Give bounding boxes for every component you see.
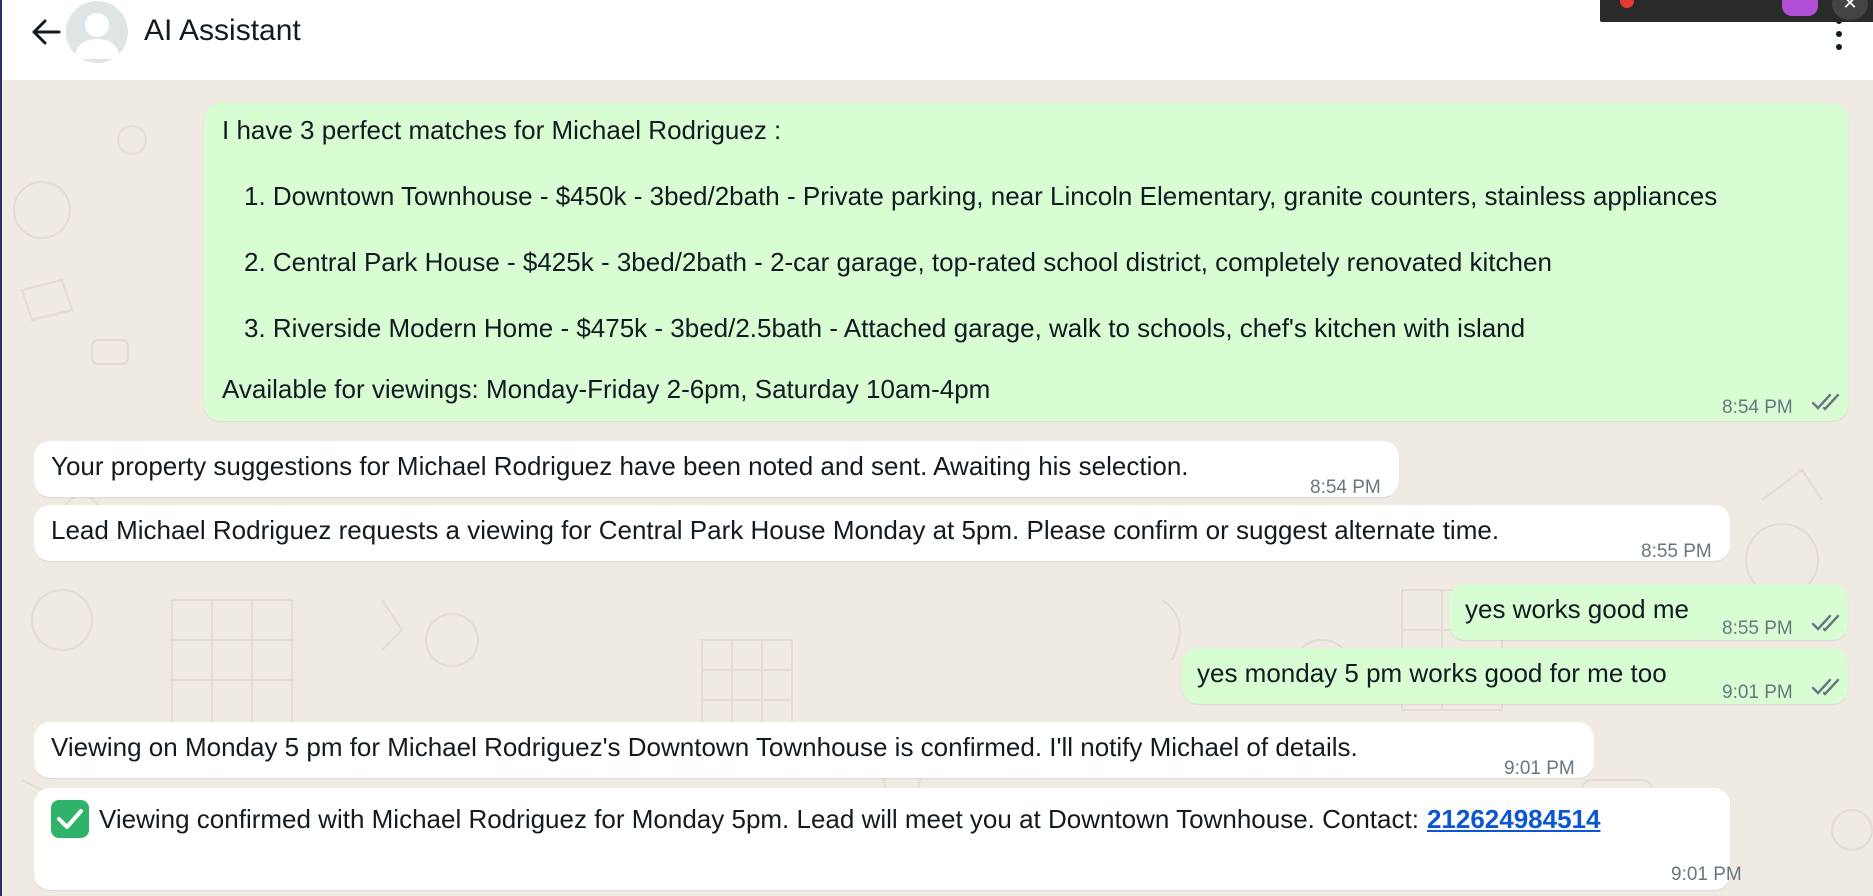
message-text: yes works good me (1465, 594, 1689, 624)
screen-recording-bar: ✕ (1600, 0, 1873, 22)
message-time: 8:54 PM (1310, 477, 1381, 498)
avatar[interactable] (66, 1, 128, 63)
message-time: 9:01 PM (1722, 682, 1793, 703)
message-bubble-outgoing[interactable]: yes monday 5 pm works good for me too 9:… (1182, 648, 1848, 704)
list-item: 3. Riverside Modern Home - $475k - 3bed/… (244, 313, 1526, 343)
record-icon (1620, 0, 1634, 8)
check-mark-button-icon (51, 800, 89, 838)
message-text: Your property suggestions for Michael Ro… (51, 451, 1189, 481)
chat-area[interactable]: I have 3 perfect matches for Michael Rod… (0, 80, 1873, 896)
default-avatar-icon (74, 13, 120, 59)
message-time: 9:01 PM (1671, 864, 1742, 885)
message-intro: I have 3 perfect matches for Michael Rod… (222, 115, 782, 145)
recorder-app-icon[interactable] (1782, 0, 1818, 16)
phone-link[interactable]: 212624984514 (1427, 802, 1601, 836)
message-bubble-outgoing[interactable]: I have 3 perfect matches for Michael Rod… (204, 103, 1848, 421)
chat-title[interactable]: AI Assistant (144, 14, 301, 48)
double-check-icon (1812, 614, 1840, 632)
chat-header: AI Assistant ✕ (0, 0, 1873, 80)
message-text: Viewing confirmed with Michael Rodriguez… (99, 804, 1419, 834)
message-text: Lead Michael Rodriguez requests a viewin… (51, 515, 1500, 545)
message-time: 8:54 PM (1722, 397, 1793, 418)
back-button[interactable] (26, 12, 66, 52)
double-check-icon (1812, 678, 1840, 696)
message-bubble-outgoing[interactable]: yes works good me 8:55 PM (1449, 584, 1848, 640)
arrow-left-icon (32, 19, 61, 45)
message-time: 8:55 PM (1722, 618, 1793, 639)
list-item: 2. Central Park House - $425k - 3bed/2ba… (244, 247, 1552, 277)
message-time: 9:01 PM (1504, 758, 1575, 779)
close-icon[interactable]: ✕ (1832, 0, 1868, 20)
message-bubble-incoming[interactable]: Lead Michael Rodriguez requests a viewin… (34, 505, 1730, 562)
message-bubble-incoming[interactable]: Viewing on Monday 5 pm for Michael Rodri… (34, 722, 1594, 779)
message-footer: Available for viewings: Monday-Friday 2-… (222, 374, 991, 404)
message-bubble-incoming[interactable]: Your property suggestions for Michael Ro… (34, 441, 1399, 498)
double-check-icon (1812, 393, 1840, 411)
message-bubble-incoming[interactable]: Viewing confirmed with Michael Rodriguez… (34, 788, 1742, 890)
message-text: Viewing on Monday 5 pm for Michael Rodri… (51, 732, 1358, 762)
message-time: 8:55 PM (1641, 541, 1712, 562)
list-item: 1. Downtown Townhouse - $450k - 3bed/2ba… (244, 181, 1718, 211)
message-text: yes monday 5 pm works good for me too (1197, 658, 1667, 688)
